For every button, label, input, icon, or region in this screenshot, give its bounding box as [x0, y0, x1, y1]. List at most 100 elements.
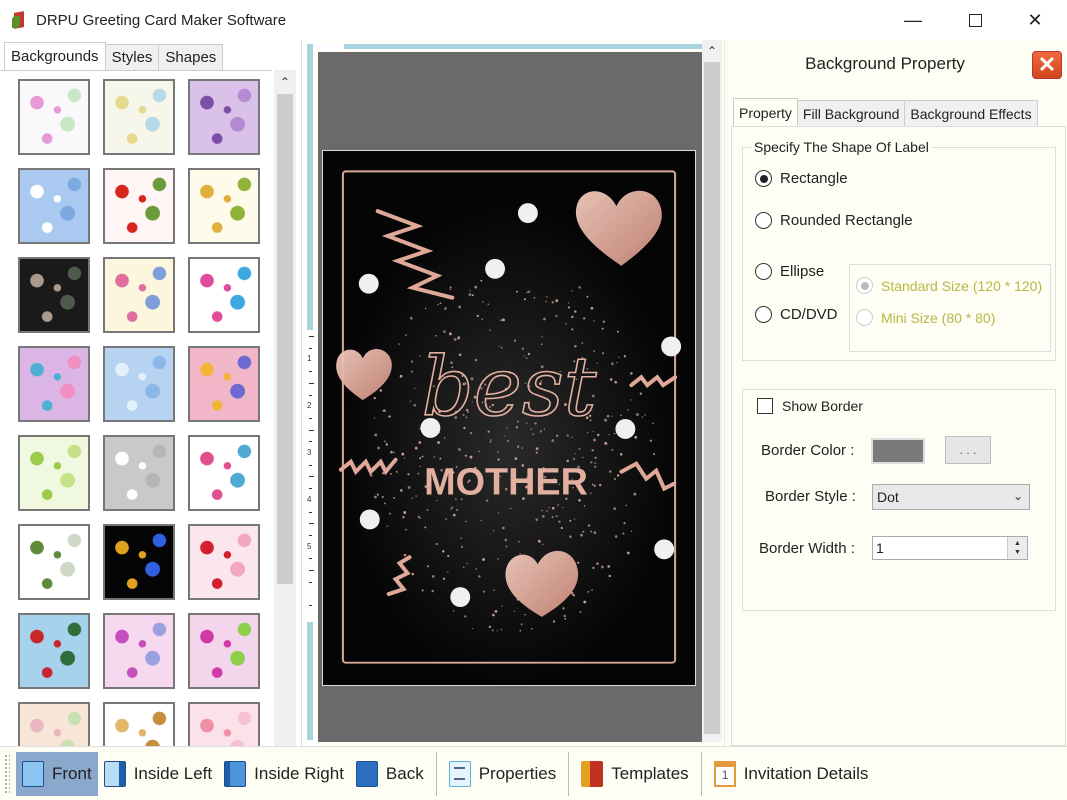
tab-background-effects[interactable]: Background Effects [904, 100, 1038, 126]
stepper-up-icon[interactable]: ▲ [1014, 539, 1021, 548]
library-scrollbar[interactable]: ⌃ [274, 70, 296, 746]
background-thumbnail-colorful-circles[interactable] [188, 346, 260, 422]
close-icon: ✕ [1037, 52, 1057, 77]
glitter-dot [520, 623, 523, 626]
background-thumbnail-sky-clouds[interactable] [18, 168, 90, 244]
background-thumbnail-pink-butterflies[interactable] [188, 613, 260, 689]
background-thumbnail-red-hearts[interactable] [188, 524, 260, 600]
background-thumbnail-white-heart[interactable] [103, 435, 175, 511]
glitter-dot [597, 433, 600, 437]
background-thumbnail-birthday-text[interactable] [188, 435, 260, 511]
radio-icon[interactable] [755, 212, 772, 229]
inside-right-button[interactable]: Inside Right [218, 752, 350, 796]
glitter-dot [562, 607, 565, 610]
background-thumbnail-purple-flowers[interactable] [188, 79, 260, 155]
glitter-dot [411, 572, 414, 576]
glitter-dot [600, 565, 604, 569]
scroll-up-icon[interactable]: ⌃ [702, 40, 722, 62]
background-thumbnail-gift-boxes[interactable] [188, 257, 260, 333]
toolbar-grip[interactable] [4, 753, 10, 794]
minimize-button[interactable]: — [890, 0, 936, 40]
background-thumbnail-strawberries[interactable] [103, 168, 175, 244]
color-picker-button[interactable]: . . . [945, 436, 991, 464]
panel-close-button[interactable]: ✕ [1032, 51, 1062, 79]
glitter-dot [582, 530, 585, 533]
glitter-dot [501, 605, 503, 607]
tab-property[interactable]: Property [733, 98, 798, 126]
card-script-text[interactable]: best [421, 339, 598, 436]
tab-styles[interactable]: Styles [104, 44, 160, 70]
radio-icon[interactable] [755, 170, 772, 187]
glitter-dot [590, 492, 592, 495]
background-thumbnail-fireworks[interactable] [103, 524, 175, 600]
background-thumbnail-green-trees[interactable] [18, 435, 90, 511]
ruler-margin-bottom [307, 622, 313, 740]
background-thumbnail-pastel-doodles[interactable] [18, 79, 90, 155]
glitter-dot [571, 290, 573, 292]
radio-rounded-rectangle[interactable]: Rounded Rectangle [755, 212, 913, 229]
glitter-dot [424, 526, 427, 529]
radio-icon[interactable] [755, 263, 772, 280]
templates-button[interactable]: Templates [575, 752, 694, 796]
glitter-dot [419, 465, 421, 467]
checkbox-icon[interactable] [757, 398, 773, 414]
maximize-button[interactable] [952, 0, 998, 40]
glitter-dot [491, 629, 494, 632]
radio-label: Standard Size (120 * 120) [881, 277, 1043, 294]
glitter-dot [478, 575, 481, 578]
background-thumbnail-dark-roses[interactable] [18, 257, 90, 333]
invitation-details-button[interactable]: Invitation Details [708, 752, 875, 796]
radio-mini-size: Mini Size (80 * 80) [856, 309, 995, 326]
close-button[interactable]: ✕ [1012, 0, 1058, 40]
background-thumbnail-snowflakes[interactable] [103, 346, 175, 422]
glitter-dot [410, 370, 413, 373]
tab-fill-background[interactable]: Fill Background [796, 100, 906, 126]
background-thumbnail-santa-pattern[interactable] [18, 613, 90, 689]
glitter-dot [449, 288, 452, 290]
front-button[interactable]: Front [16, 751, 98, 796]
stepper-value[interactable]: 1 [876, 540, 884, 556]
background-thumbnail-teddy-bear[interactable] [103, 702, 175, 746]
back-button[interactable]: Back [350, 752, 430, 796]
radio-rectangle[interactable]: Rectangle [755, 170, 848, 187]
glitter-dot [497, 557, 499, 560]
radio-ellipse[interactable]: Ellipse [755, 263, 824, 280]
background-thumbnail-tiny-flowers[interactable] [103, 257, 175, 333]
scrollbar-thumb[interactable] [704, 62, 720, 734]
background-thumbnail-pastel-blossoms[interactable] [18, 346, 90, 422]
glitter-dot [500, 628, 503, 631]
card-headline[interactable]: MOTHER [424, 462, 588, 504]
background-thumbnail-pink-dress[interactable] [188, 702, 260, 746]
glitter-dot [402, 515, 405, 519]
radio-icon[interactable] [755, 306, 772, 323]
glitter-dot [433, 456, 435, 458]
background-thumbnail-pink-pompoms[interactable] [103, 613, 175, 689]
shape-group-legend: Specify The Shape Of Label [751, 139, 932, 155]
glitter-dot [591, 448, 594, 452]
canvas-scrollbar[interactable]: ⌃ [702, 40, 722, 742]
border-color-swatch[interactable] [871, 438, 925, 464]
card-canvas[interactable]: best MOTHER [318, 52, 702, 742]
background-thumbnail-baby-items[interactable] [103, 79, 175, 155]
bottom-toolbar: Front Inside Left Inside Right Back Prop… [0, 746, 1067, 800]
tab-backgrounds[interactable]: Backgrounds [4, 42, 106, 70]
greeting-card-front[interactable]: best MOTHER [322, 150, 696, 686]
background-thumbnail-grapes-white[interactable] [18, 524, 90, 600]
background-thumbnail-autumn-leaves[interactable] [188, 168, 260, 244]
properties-button[interactable]: Properties [443, 752, 562, 796]
background-thumbnail-pastel-stripes[interactable] [18, 702, 90, 746]
ruler-tick [309, 581, 312, 583]
stepper-buttons[interactable]: ▲ ▼ [1007, 537, 1027, 559]
inside-left-button[interactable]: Inside Left [98, 752, 218, 796]
border-width-stepper[interactable]: 1 ▲ ▼ [872, 536, 1028, 560]
glitter-dot [403, 511, 407, 514]
scrollbar-thumb[interactable] [277, 94, 293, 584]
show-border-checkbox[interactable]: Show Border [757, 398, 863, 414]
glitter-dot [630, 372, 633, 375]
scroll-up-icon[interactable]: ⌃ [274, 70, 296, 94]
border-style-select[interactable]: Dot ⌄ [872, 484, 1030, 510]
stepper-down-icon[interactable]: ▼ [1014, 548, 1021, 557]
glitter-dot [443, 330, 446, 334]
radio-cd-dvd[interactable]: CD/DVD [755, 306, 838, 323]
tab-shapes[interactable]: Shapes [158, 44, 224, 70]
